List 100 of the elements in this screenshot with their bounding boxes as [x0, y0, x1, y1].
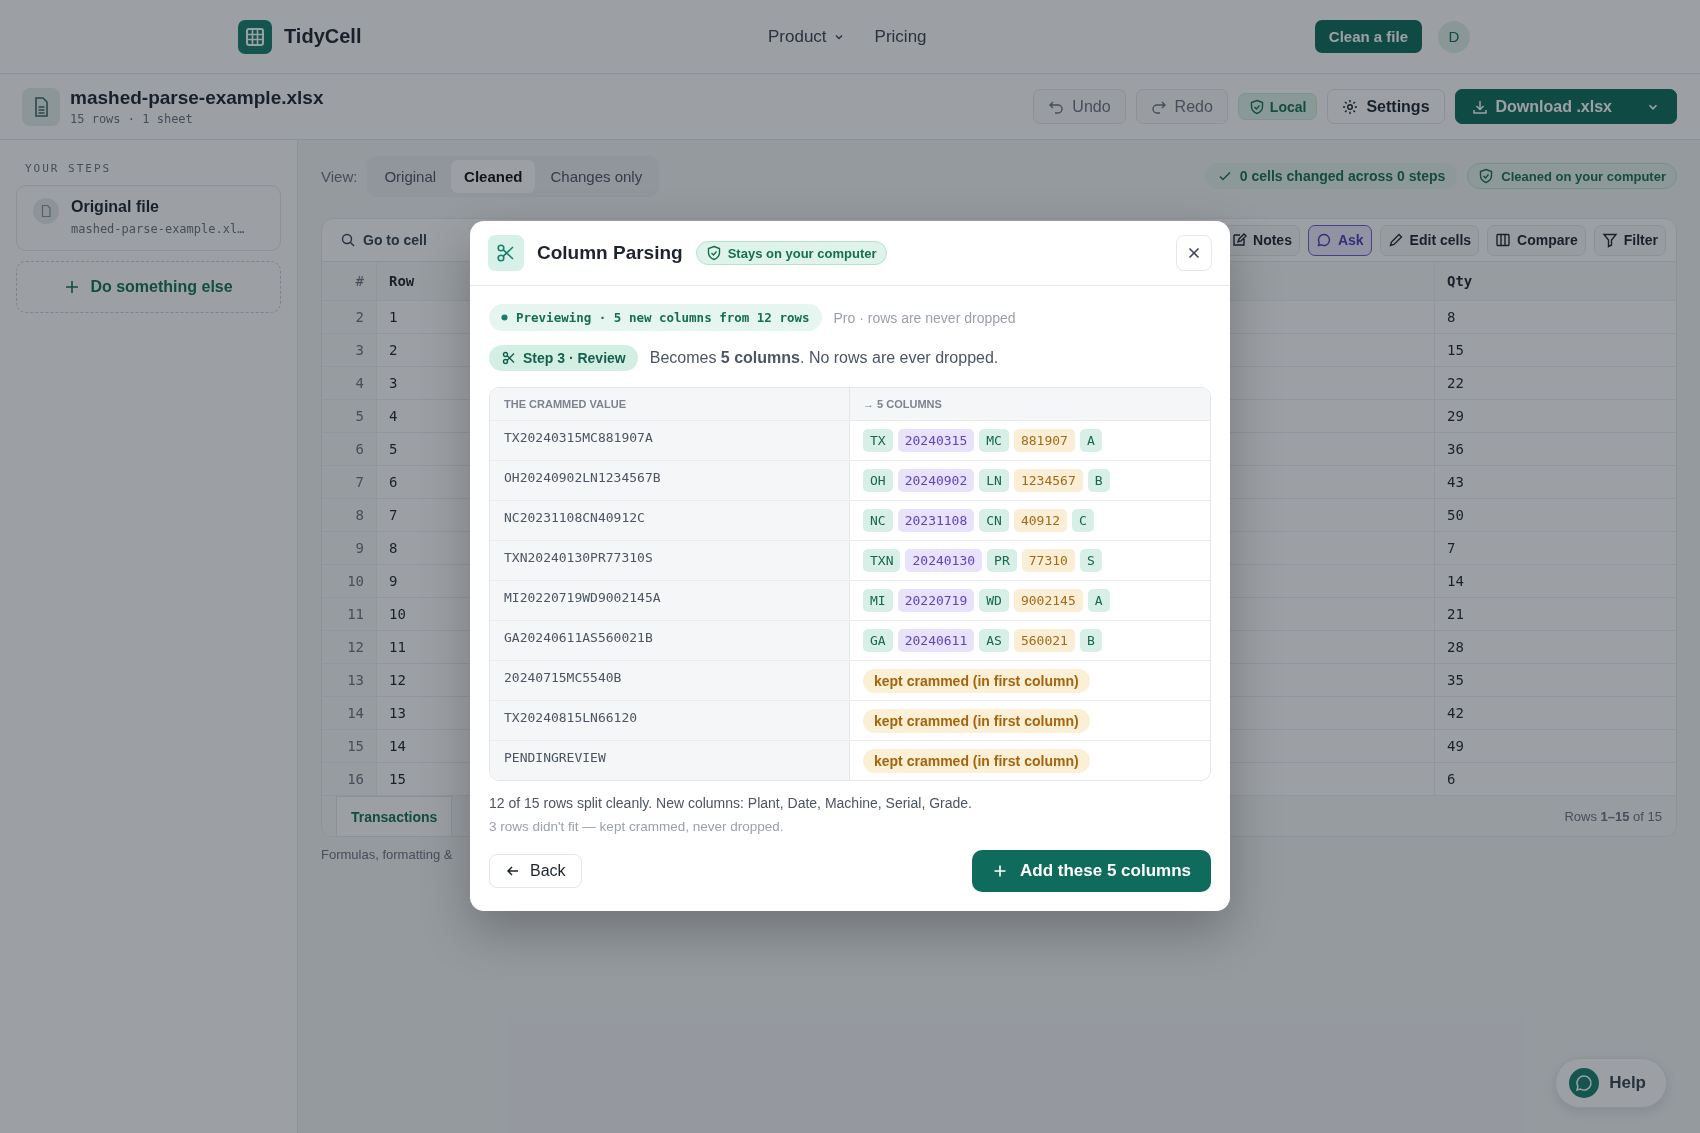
table-cell: TX20240315MC881907A: [490, 421, 850, 460]
table-cell: 9: [389, 573, 398, 589]
table-cell: MI20220719WD9002145A: [490, 581, 850, 620]
value-chip: LN: [979, 469, 1009, 492]
table-cell: 14: [389, 738, 406, 754]
table-cell: 35: [1434, 664, 1676, 696]
table-cell: 36: [1434, 433, 1676, 465]
brand-name[interactable]: TidyCell: [284, 25, 362, 48]
avatar[interactable]: D: [1438, 20, 1470, 53]
back-button[interactable]: Back: [489, 854, 582, 888]
row-number: 5: [322, 400, 377, 432]
table-cell: NC20231108CN40912C: [490, 501, 850, 540]
preview-badge: Previewing · 5 new columns from 12 rows: [489, 304, 822, 331]
row-number: 9: [322, 532, 377, 564]
view-tab[interactable]: Original: [371, 159, 450, 193]
kept-crammed-tag: kept crammed (in first column): [863, 748, 1090, 773]
ask-button[interactable]: Ask: [1307, 224, 1372, 256]
footnote: Formulas, formatting &: [321, 847, 454, 862]
value-chip: OH: [863, 469, 893, 492]
table-cell: 7: [1434, 532, 1676, 564]
table-cell: 4: [389, 408, 398, 424]
compare-button[interactable]: Compare: [1487, 224, 1586, 256]
row-number: 4: [322, 367, 377, 399]
value-chip: MI: [863, 589, 893, 612]
table-cell: 13: [389, 705, 406, 721]
value-chip: AS: [979, 629, 1009, 652]
value-chip: 20240902: [897, 469, 975, 492]
table-cell: 2: [389, 342, 398, 358]
row-number: 13: [322, 664, 377, 696]
value-chip: 20240130: [905, 549, 983, 572]
sheet-tab[interactable]: Transactions: [336, 796, 453, 836]
value-chip: 20240611: [897, 629, 975, 652]
value-chip: 881907: [1013, 429, 1075, 452]
value-chip: NC: [863, 509, 893, 532]
table-cell: 1: [389, 309, 398, 325]
table-cell: PENDINGREVIEW: [490, 741, 850, 780]
column-header: Qty: [1434, 262, 1676, 300]
table-cell: 50: [1434, 499, 1676, 531]
value-chip: B: [1079, 629, 1102, 652]
dialog-title: Column Parsing: [537, 242, 683, 264]
step-badge: Step 3 · Review: [489, 345, 638, 371]
row-number: 15: [322, 730, 377, 762]
table-cell: 12: [389, 672, 406, 688]
go-to-cell-button[interactable]: Go to cell: [340, 232, 427, 248]
download-button[interactable]: Download .xlsx: [1454, 89, 1677, 124]
table-cell: TX20240815LN66120: [490, 701, 850, 740]
value-chip: 20240315: [897, 429, 975, 452]
table-cell: 5: [389, 441, 398, 457]
table-cell: OH20240902LN1234567B: [490, 461, 850, 500]
row-number: 16: [322, 763, 377, 795]
file-meta: 15 rows · 1 sheet: [70, 112, 194, 126]
step-card[interactable]: Original file mashed-parse-example.xl…: [16, 185, 281, 251]
preview-note: Pro · rows are never dropped: [833, 309, 1016, 326]
value-chip: 20231108: [897, 509, 975, 532]
value-chip: 9002145: [1013, 589, 1083, 612]
table-cell: GA20240611AS560021B: [490, 621, 850, 660]
value-chip: MC: [979, 429, 1009, 452]
help-button[interactable]: Help: [1555, 1058, 1667, 1108]
row-number: 2: [322, 301, 377, 333]
clean-file-button[interactable]: Clean a file: [1314, 20, 1422, 53]
nav-link[interactable]: Product: [768, 26, 845, 47]
add-columns-button[interactable]: Add these 5 columns: [972, 850, 1211, 892]
summary-text: 12 of 15 rows split cleanly. New columns: Plant, Date, Machine, Serial, Grade.: [489, 795, 973, 811]
value-chip: 1234567: [1013, 469, 1083, 492]
value-chip: 560021: [1013, 629, 1075, 652]
table-cell: 15: [389, 771, 406, 787]
table-cell: 10: [389, 606, 406, 622]
table-cell: 8: [1434, 301, 1676, 333]
file-name: mashed-parse-example.xlsx: [70, 87, 324, 109]
settings-button[interactable]: Settings: [1327, 89, 1445, 124]
value-chip: WD: [979, 589, 1009, 612]
table-cell: 3: [389, 375, 398, 391]
row-number: 14: [322, 697, 377, 729]
table-cell: 42: [1434, 697, 1676, 729]
value-chip: TXN: [863, 549, 901, 572]
value-chip: 20220719: [897, 589, 975, 612]
row-number: 6: [322, 433, 377, 465]
row-number: 3: [322, 334, 377, 366]
view-tab[interactable]: Cleaned: [451, 159, 536, 193]
filter-button[interactable]: Filter: [1593, 224, 1666, 256]
privacy-badge: Stays on your computer: [695, 241, 887, 265]
nav-link[interactable]: Pricing: [874, 26, 927, 47]
add-step-button[interactable]: Do something else: [16, 261, 281, 313]
table-cell: 7: [389, 507, 398, 523]
local-button[interactable]: Local: [1237, 93, 1318, 120]
row-number: 8: [322, 499, 377, 531]
row-number: 11: [322, 598, 377, 630]
kept-crammed-tag: kept crammed (in first column): [863, 708, 1090, 733]
table-cell: 6: [1434, 763, 1676, 795]
edit-button[interactable]: Edit cells: [1379, 224, 1480, 256]
view-tab[interactable]: Changes only: [537, 159, 656, 193]
privacy-badge: Cleaned on your computer: [1467, 163, 1677, 189]
row-number: 7: [322, 466, 377, 498]
value-chip: CN: [979, 509, 1009, 532]
table-cell: 28: [1434, 631, 1676, 663]
sidebar-heading: YOUR STEPS: [24, 162, 113, 175]
table-cell: 15: [1434, 334, 1676, 366]
value-chip: PR: [987, 549, 1017, 572]
table-cell: 14: [1434, 565, 1676, 597]
summary-note: 3 rows didn't fit — kept crammed, never dropped.: [489, 819, 785, 834]
